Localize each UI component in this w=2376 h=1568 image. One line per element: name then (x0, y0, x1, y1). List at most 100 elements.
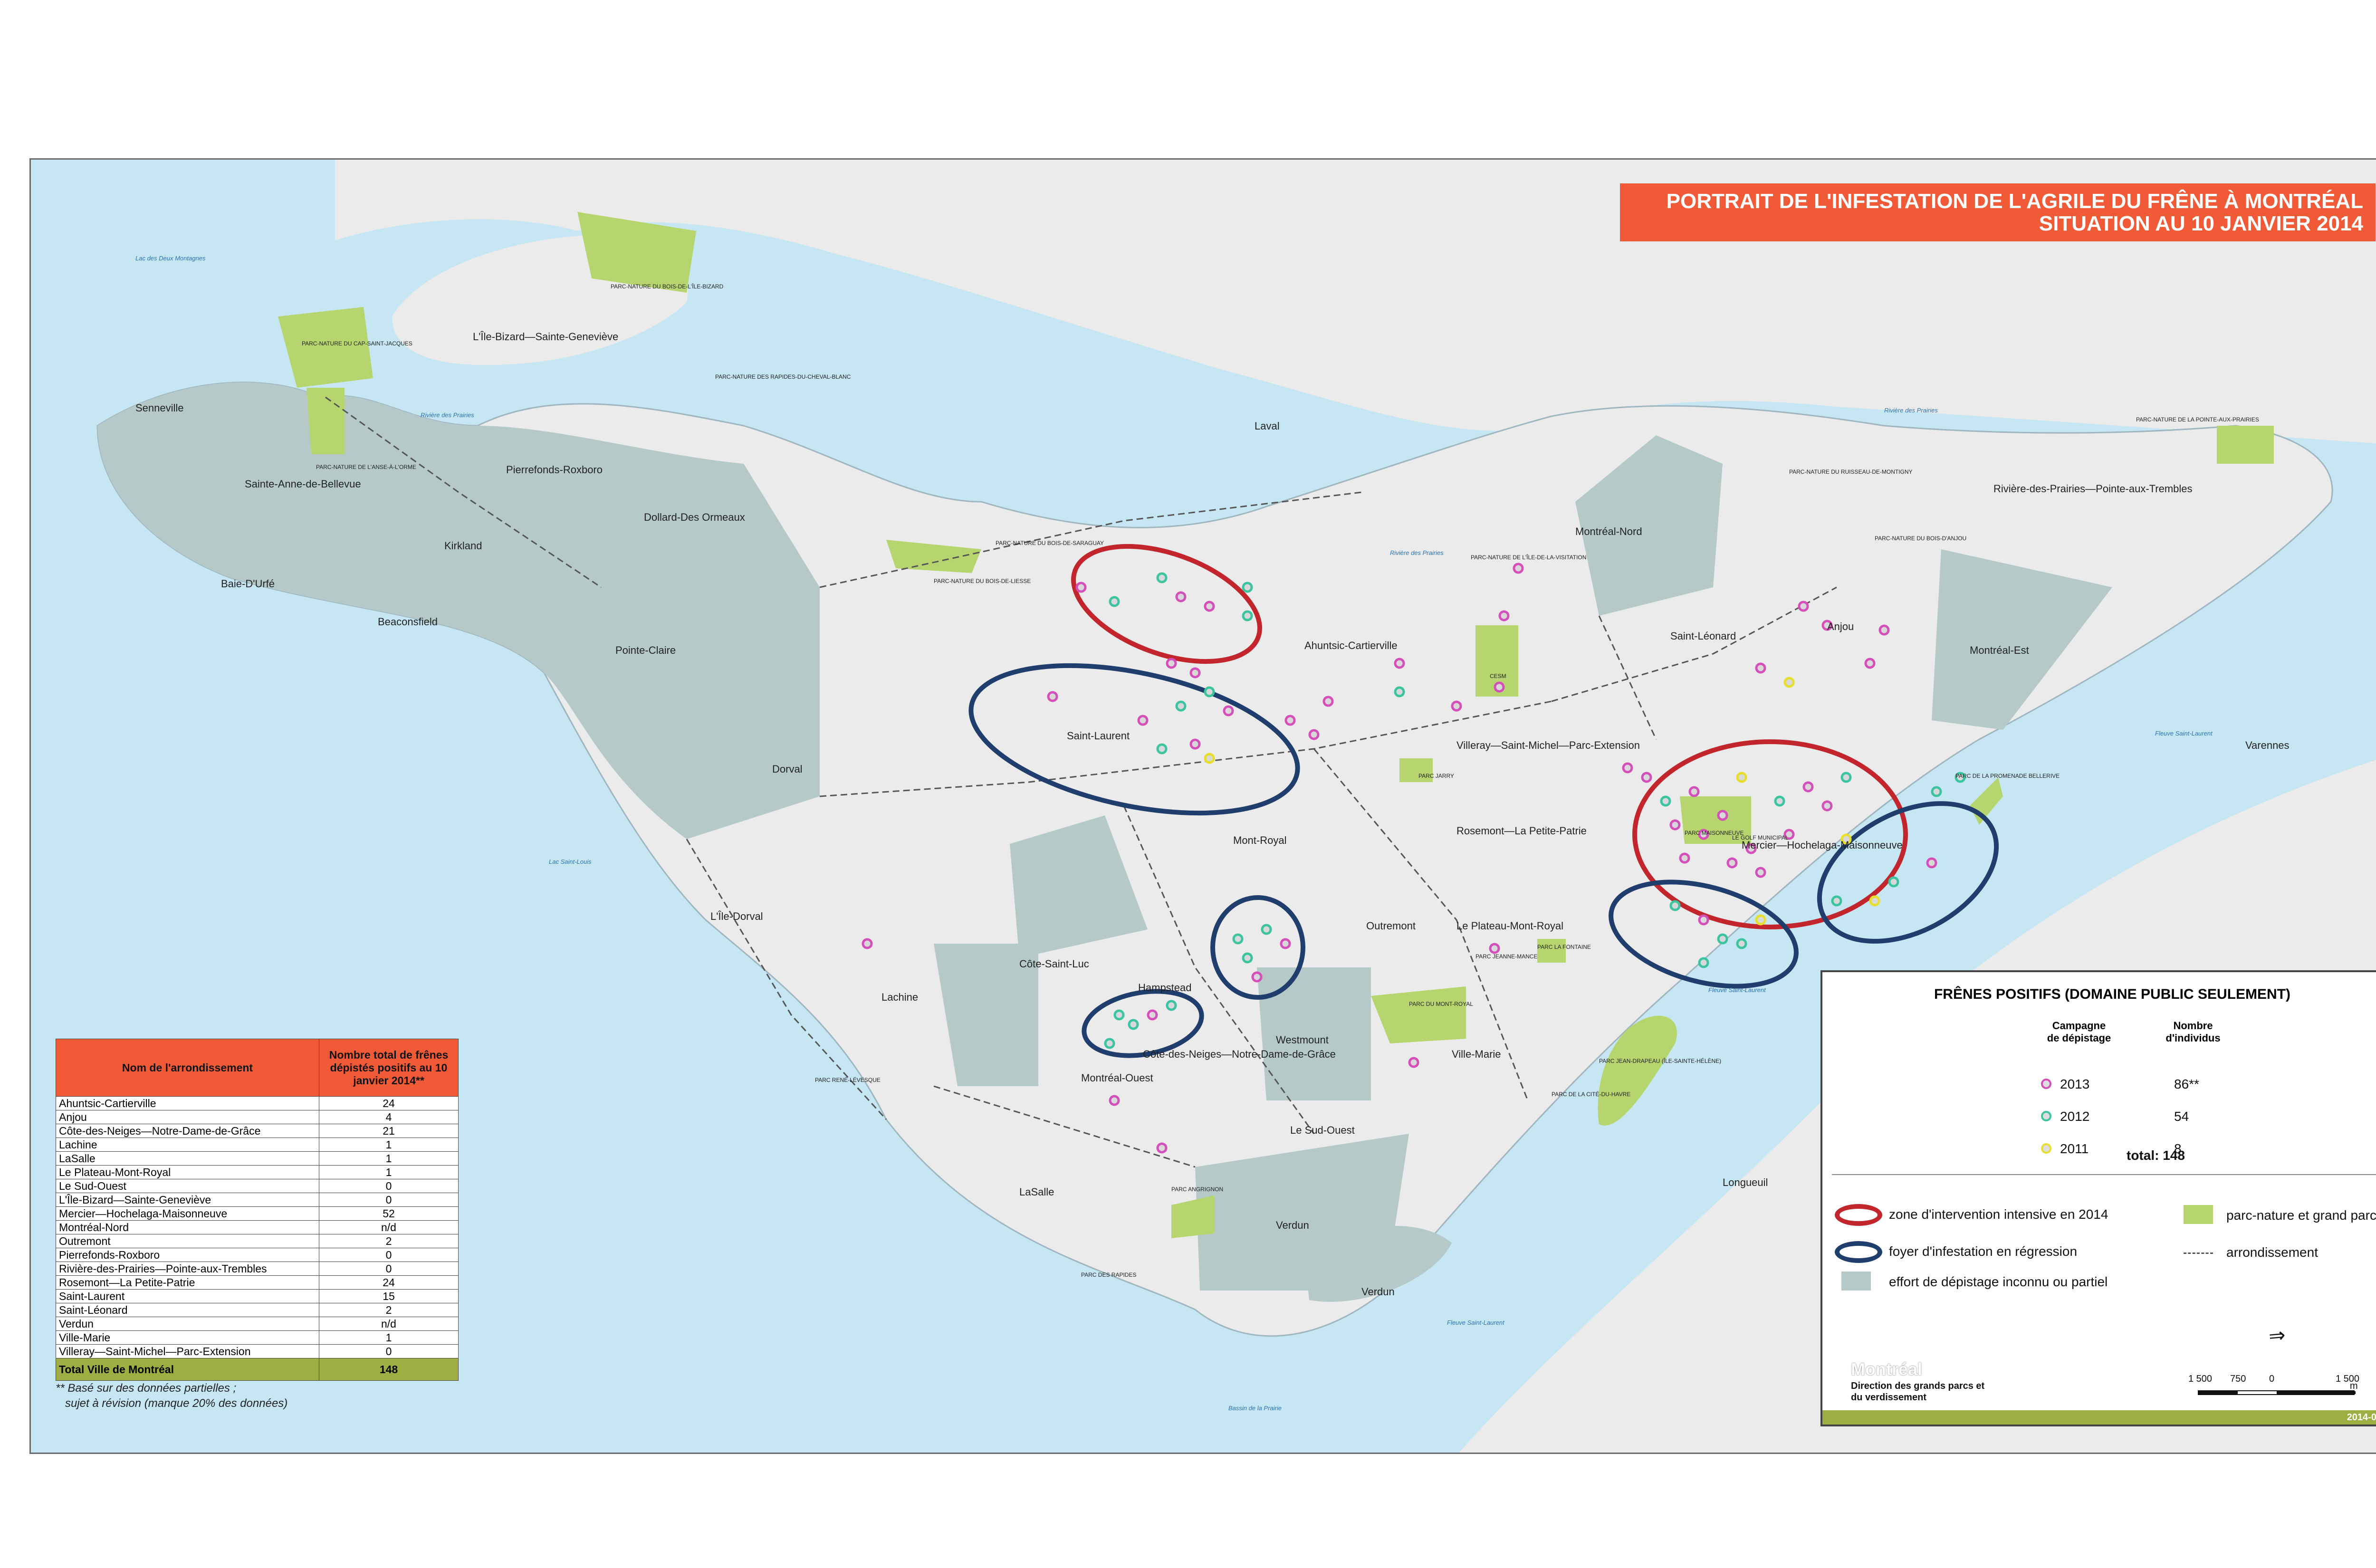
table-cell-borough: Mercier—Hochelaga-Maisonneuve (56, 1206, 319, 1221)
table-cell-borough: Anjou (56, 1110, 319, 1124)
ash-tree-dot-2012 (1242, 610, 1253, 621)
ash-tree-dot-2013 (1494, 681, 1505, 693)
legend-park-swatch (2184, 1205, 2213, 1224)
label-fleuve-3: Fleuve Saint-Laurent (1447, 1319, 1504, 1326)
label-pierrefonds: Pierrefonds-Roxboro (506, 464, 603, 476)
borough-count-table: Nom de l'arrondissement Nombre total de … (56, 1039, 459, 1381)
label-sud-ouest: Le Sud-Ouest (1290, 1124, 1355, 1136)
table-cell-count: 24 (319, 1096, 459, 1110)
ash-tree-dot-2013 (1394, 658, 1405, 669)
label-fleuve-2: Fleuve Saint-Laurent (2155, 730, 2213, 737)
legend-borough-label: arrondissement (2226, 1245, 2318, 1260)
ash-tree-dot-2013 (1408, 1057, 1419, 1068)
ash-tree-dot-2012 (1204, 686, 1215, 698)
table-cell-borough: LaSalle (56, 1151, 319, 1166)
ash-tree-dot-2012 (1166, 1000, 1177, 1011)
table-total-label: Total Ville de Montréal (56, 1358, 319, 1381)
table-row: Lachine 1 (56, 1138, 459, 1152)
ash-tree-dot-2013 (1622, 762, 1633, 774)
legend-count: 86** (2174, 1077, 2199, 1091)
label-ahuntsic: Ahuntsic-Cartierville (1304, 640, 1398, 651)
legend-campaign-header-2: de dépistage (2047, 1032, 2111, 1044)
map-date: 2014-01-15 (2347, 1412, 2376, 1423)
ash-tree-dot-2013 (1864, 658, 1876, 669)
table-cell-borough: L'Île-Bizard—Sainte-Geneviève (56, 1193, 319, 1207)
table-row: Côte-des-Neiges—Notre-Dame-de-Grâce 21 (56, 1124, 459, 1138)
legend-park-label: parc-nature et grand parc (2226, 1208, 2376, 1223)
table-row: Saint-Laurent 15 (56, 1289, 459, 1303)
ash-tree-dot-2013 (1156, 1142, 1168, 1154)
label-park-bois-anjou: PARC-NATURE DU BOIS-D'ANJOU (1875, 535, 1967, 542)
label-cote-saint-luc: Côte-Saint-Luc (1019, 958, 1089, 970)
label-sainte-anne: Sainte-Anne-de-Bellevue (245, 478, 361, 490)
ash-tree-dot-2012 (1175, 700, 1187, 712)
legend-red-zone-label: zone d'intervention intensive en 2014 (1889, 1207, 2108, 1222)
table-row: Le Plateau-Mont-Royal 1 (56, 1165, 459, 1179)
table-row: LaSalle 1 (56, 1151, 459, 1166)
legend-count-header-1: Nombre (2173, 1020, 2213, 1032)
ash-tree-dot-2013 (1498, 610, 1510, 621)
map-title: PORTRAIT DE L'INFESTATION DE L'AGRILE DU… (1620, 183, 2376, 241)
table-row: Saint-Léonard 2 (56, 1303, 459, 1317)
label-cdn-ndg: Côte-des-Neiges—Notre-Dame-de-Grâce (1143, 1048, 1336, 1060)
ash-tree-dot-2011 (1204, 753, 1215, 764)
label-saint-leonard: Saint-Léonard (1670, 630, 1736, 642)
ash-tree-dot-2013 (1878, 624, 1890, 636)
table-row: Le Sud-Ouest 0 (56, 1179, 459, 1193)
ash-tree-dot-2013 (1726, 857, 1738, 869)
label-hampstead: Hampstead (1138, 982, 1192, 994)
table-header-count: Nombre total de frênes dépistés positifs… (319, 1039, 459, 1097)
ash-tree-dot-2013 (1166, 658, 1177, 669)
legend-red-ellipse-icon (1835, 1204, 1882, 1226)
label-park-montigny: PARC-NATURE DU RUISSEAU-DE-MONTIGNY (1789, 468, 1913, 475)
ash-tree-dot-2013 (1075, 582, 1087, 593)
table-cell-borough: Pierrefonds-Roxboro (56, 1248, 319, 1262)
label-park-cite-du-havre: PARC DE LA CITÉ-DU-HAVRE (1552, 1091, 1631, 1098)
table-cell-borough: Saint-Laurent (56, 1289, 319, 1303)
label-verdun-island: Verdun (1361, 1286, 1395, 1298)
table-cell-count: 2 (319, 1303, 459, 1317)
table-cell-count: 2 (319, 1234, 459, 1248)
ash-tree-dot-2013 (1641, 772, 1652, 783)
label-park-ile-bizard: PARC-NATURE DU BOIS-DE-L'ÎLE-BIZARD (611, 283, 724, 290)
ash-tree-dot-2012 (1242, 952, 1253, 964)
table-cell-borough: Montréal-Nord (56, 1220, 319, 1234)
scale-label: 0 (2269, 1374, 2275, 1384)
ash-tree-dot-2013 (1308, 729, 1320, 740)
ash-tree-dot-2013 (1137, 715, 1149, 726)
legend-dot-2012-icon (2041, 1111, 2051, 1121)
ash-tree-dot-2012 (1736, 938, 1747, 949)
ash-tree-dot-2012 (1931, 786, 1942, 797)
label-ddo: Dollard-Des Ormeaux (644, 511, 745, 523)
ash-tree-dot-2013 (1189, 738, 1201, 750)
ash-tree-dot-2012 (1104, 1038, 1115, 1049)
label-senneville: Senneville (135, 402, 184, 414)
label-park-angrignon: PARC ANGRIGNON (1171, 1186, 1224, 1193)
legend-divider (1832, 1174, 2376, 1175)
ash-tree-dot-2013 (1322, 696, 1334, 707)
table-total-row: Total Ville de Montréal 148 (56, 1358, 459, 1381)
scale-unit: m (2350, 1381, 2358, 1391)
ash-tree-dot-2013 (862, 938, 873, 949)
label-rdp: Rivière-des-Prairies—Pointe-aux-Trembles (1993, 483, 2193, 495)
table-row: Verdun n/d (56, 1317, 459, 1331)
ash-tree-dot-2012 (1394, 686, 1405, 698)
legend-year: 2011 (2060, 1141, 2089, 1156)
ash-tree-dot-2013 (1698, 914, 1709, 926)
table-row: Rosemont—La Petite-Patrie 24 (56, 1275, 459, 1290)
north-arrow-icon: ⇗ (2264, 1321, 2291, 1349)
table-cell-count: 1 (319, 1151, 459, 1166)
label-park-pointe-aux-prairies: PARC-NATURE DE LA POINTE-AUX-PRAIRIES (2136, 416, 2259, 423)
legend-count-header: Nombre d'individus (2146, 1020, 2241, 1044)
legend-dot-2011-icon (2041, 1143, 2051, 1154)
label-park-jean-drapeau: PARC JEAN-DRAPEAU (ÎLE-SAINTE-HÉLÈNE) (1599, 1058, 1722, 1064)
ash-tree-dot-2013 (1669, 819, 1681, 831)
table-cell-count: 0 (319, 1344, 459, 1358)
label-lasalle: LaSalle (1019, 1186, 1054, 1198)
ash-tree-dot-2012 (1113, 1009, 1125, 1021)
ash-tree-dot-2013 (1688, 786, 1700, 797)
map-legend: FRÊNES POSITIFS (DOMAINE PUBLIC SEULEMEN… (1820, 970, 2376, 1426)
table-cell-count: 52 (319, 1206, 459, 1221)
label-park-rene-levesque: PARC RENÉ-LÉVESQUE (815, 1077, 881, 1083)
ash-tree-dot-2012 (1109, 596, 1120, 607)
